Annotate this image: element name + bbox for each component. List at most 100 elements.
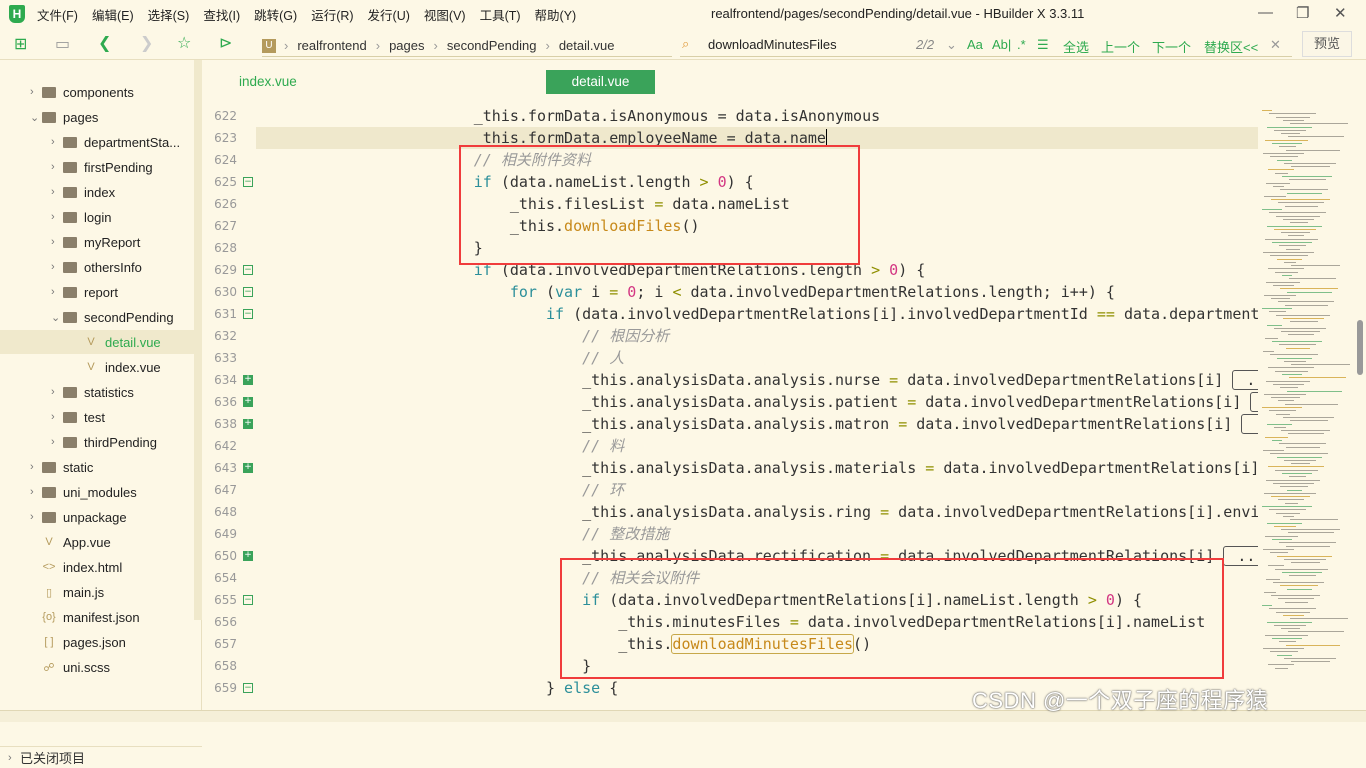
save-icon[interactable]: ▭ bbox=[55, 34, 70, 54]
menu-item[interactable]: 帮助(Y) bbox=[535, 5, 577, 24]
tree-item[interactable]: › test bbox=[51, 405, 105, 429]
code-text: } bbox=[257, 237, 483, 259]
collapse-fold-icon[interactable]: − bbox=[243, 287, 253, 297]
close-find-button[interactable]: ✕ bbox=[1270, 37, 1281, 53]
minimap[interactable] bbox=[1258, 105, 1358, 710]
folded-code-marker[interactable]: ... bbox=[1223, 546, 1258, 566]
code-text: _this.analysisData.analysis.matron = dat… bbox=[257, 413, 1258, 435]
folder-icon bbox=[42, 86, 56, 98]
folded-code-marker[interactable]: ... bbox=[1250, 392, 1258, 412]
collapse-fold-icon[interactable]: − bbox=[243, 265, 253, 275]
previous-match-button[interactable]: 上一个 bbox=[1101, 37, 1140, 56]
tree-item[interactable]: ⌄ secondPending bbox=[51, 305, 174, 329]
tree-item[interactable]: › components bbox=[30, 80, 134, 104]
tree-item[interactable]: › departmentSta... bbox=[51, 130, 180, 154]
select-all-button[interactable]: 全选 bbox=[1063, 37, 1089, 56]
tree-item[interactable]: › othersInfo bbox=[51, 255, 142, 279]
whole-word-toggle[interactable]: Ab| bbox=[992, 37, 1011, 52]
folded-code-marker[interactable]: ... bbox=[1241, 414, 1258, 434]
minimap-line bbox=[1290, 519, 1338, 521]
tree-item[interactable]: [ ] pages.json bbox=[30, 630, 125, 654]
tab-detail-vue[interactable]: detail.vue bbox=[546, 70, 655, 94]
options-dropdown-icon[interactable]: ⌄ bbox=[946, 37, 957, 53]
editor-scrollbar[interactable] bbox=[1357, 320, 1363, 375]
expand-fold-icon[interactable]: + bbox=[243, 397, 253, 407]
minimap-line bbox=[1284, 360, 1306, 362]
run-icon[interactable]: ⊳ bbox=[219, 33, 232, 53]
minimap-line bbox=[1284, 261, 1296, 263]
find-input[interactable]: downloadMinutesFiles bbox=[708, 37, 837, 52]
breadcrumb-item[interactable]: detail.vue bbox=[559, 38, 615, 53]
restore-button[interactable]: ❐ bbox=[1296, 4, 1309, 22]
minimap-line bbox=[1272, 341, 1322, 342]
menu-item[interactable]: 编辑(E) bbox=[92, 5, 134, 24]
tree-item[interactable]: <> index.html bbox=[30, 555, 123, 579]
expand-fold-icon[interactable]: + bbox=[243, 375, 253, 385]
code-token: = bbox=[925, 459, 935, 477]
tree-item[interactable]: V App.vue bbox=[30, 530, 110, 554]
tree-item[interactable]: {o} manifest.json bbox=[30, 605, 139, 629]
collapse-fold-icon[interactable]: − bbox=[243, 595, 253, 605]
collapse-fold-icon[interactable]: − bbox=[243, 177, 253, 187]
menu-item[interactable]: 发行(U) bbox=[368, 5, 410, 24]
minimap-line bbox=[1283, 119, 1304, 121]
scss-file-icon: ☍ bbox=[43, 661, 55, 674]
back-icon[interactable]: ❮ bbox=[98, 33, 111, 53]
breadcrumb-item[interactable]: secondPending bbox=[447, 38, 537, 53]
closed-projects[interactable]: › 已关闭项目 bbox=[0, 746, 202, 768]
tree-item[interactable]: Vdetail.vue bbox=[0, 330, 194, 354]
tree-item[interactable]: › myReport bbox=[51, 230, 140, 254]
match-case-toggle[interactable]: Aa bbox=[967, 37, 983, 52]
menu-item[interactable]: 运行(R) bbox=[311, 5, 353, 24]
breadcrumb-item[interactable]: realfrontend bbox=[297, 38, 366, 53]
menu-item[interactable]: 查找(I) bbox=[203, 5, 240, 24]
tree-item[interactable]: › thirdPending bbox=[51, 430, 157, 454]
code-token: data.involvedDepartmentRelations[i] bbox=[916, 393, 1251, 411]
folded-code-marker[interactable]: ... bbox=[1232, 370, 1258, 390]
new-file-icon[interactable]: ⊞ bbox=[14, 34, 27, 54]
tree-item[interactable]: › unpackage bbox=[30, 505, 127, 529]
tree-item[interactable]: › index bbox=[51, 180, 115, 204]
expand-fold-icon[interactable]: + bbox=[243, 463, 253, 473]
tree-item[interactable]: › firstPending bbox=[51, 155, 153, 179]
menu-item[interactable]: 跳转(G) bbox=[254, 5, 297, 24]
code-token: } bbox=[257, 679, 565, 697]
tree-item[interactable]: ☍ uni.scss bbox=[30, 655, 110, 679]
minimap-line bbox=[1264, 393, 1306, 395]
menu-item[interactable]: 工具(T) bbox=[480, 5, 521, 24]
minimap-line bbox=[1286, 248, 1300, 250]
expand-fold-icon[interactable]: + bbox=[243, 419, 253, 429]
tree-item[interactable]: › report bbox=[51, 280, 118, 304]
minimize-button[interactable]: — bbox=[1258, 4, 1273, 21]
forward-icon[interactable]: ❯ bbox=[140, 33, 153, 53]
tree-item[interactable]: ⌄ pages bbox=[30, 105, 98, 129]
collapse-fold-icon[interactable]: − bbox=[243, 683, 253, 693]
tree-item[interactable]: › login bbox=[51, 205, 111, 229]
breadcrumb-item[interactable]: pages bbox=[389, 38, 424, 53]
menu-item[interactable]: 选择(S) bbox=[148, 5, 190, 24]
menu-item[interactable]: 文件(F) bbox=[37, 5, 78, 24]
menu-item[interactable]: 视图(V) bbox=[424, 5, 466, 24]
in-selection-toggle[interactable]: ☰ bbox=[1037, 37, 1049, 53]
next-match-button[interactable]: 下一个 bbox=[1152, 37, 1191, 56]
code-token: } bbox=[257, 239, 483, 257]
minimap-line bbox=[1268, 664, 1294, 666]
preview-button[interactable]: 预览 bbox=[1302, 31, 1352, 57]
tree-item[interactable]: › statistics bbox=[51, 380, 134, 404]
close-window-button[interactable]: ✕ bbox=[1334, 4, 1347, 22]
minimap-line bbox=[1287, 291, 1332, 293]
expand-fold-icon[interactable]: + bbox=[243, 551, 253, 561]
minimap-line bbox=[1274, 525, 1296, 527]
regex-toggle[interactable]: .* bbox=[1017, 37, 1026, 52]
collapse-fold-icon[interactable]: − bbox=[243, 309, 253, 319]
tree-item[interactable]: ▯ main.js bbox=[30, 580, 104, 604]
tree-item[interactable]: › static bbox=[30, 455, 93, 479]
tree-item[interactable]: › uni_modules bbox=[30, 480, 137, 504]
tab-index-vue[interactable]: index.vue bbox=[225, 70, 311, 94]
tree-item[interactable]: Vindex.vue bbox=[72, 355, 160, 379]
replace-toggle-button[interactable]: 替换区<< bbox=[1204, 37, 1258, 56]
star-icon[interactable]: ☆ bbox=[177, 33, 191, 53]
sidebar-scrollbar[interactable] bbox=[194, 60, 202, 620]
